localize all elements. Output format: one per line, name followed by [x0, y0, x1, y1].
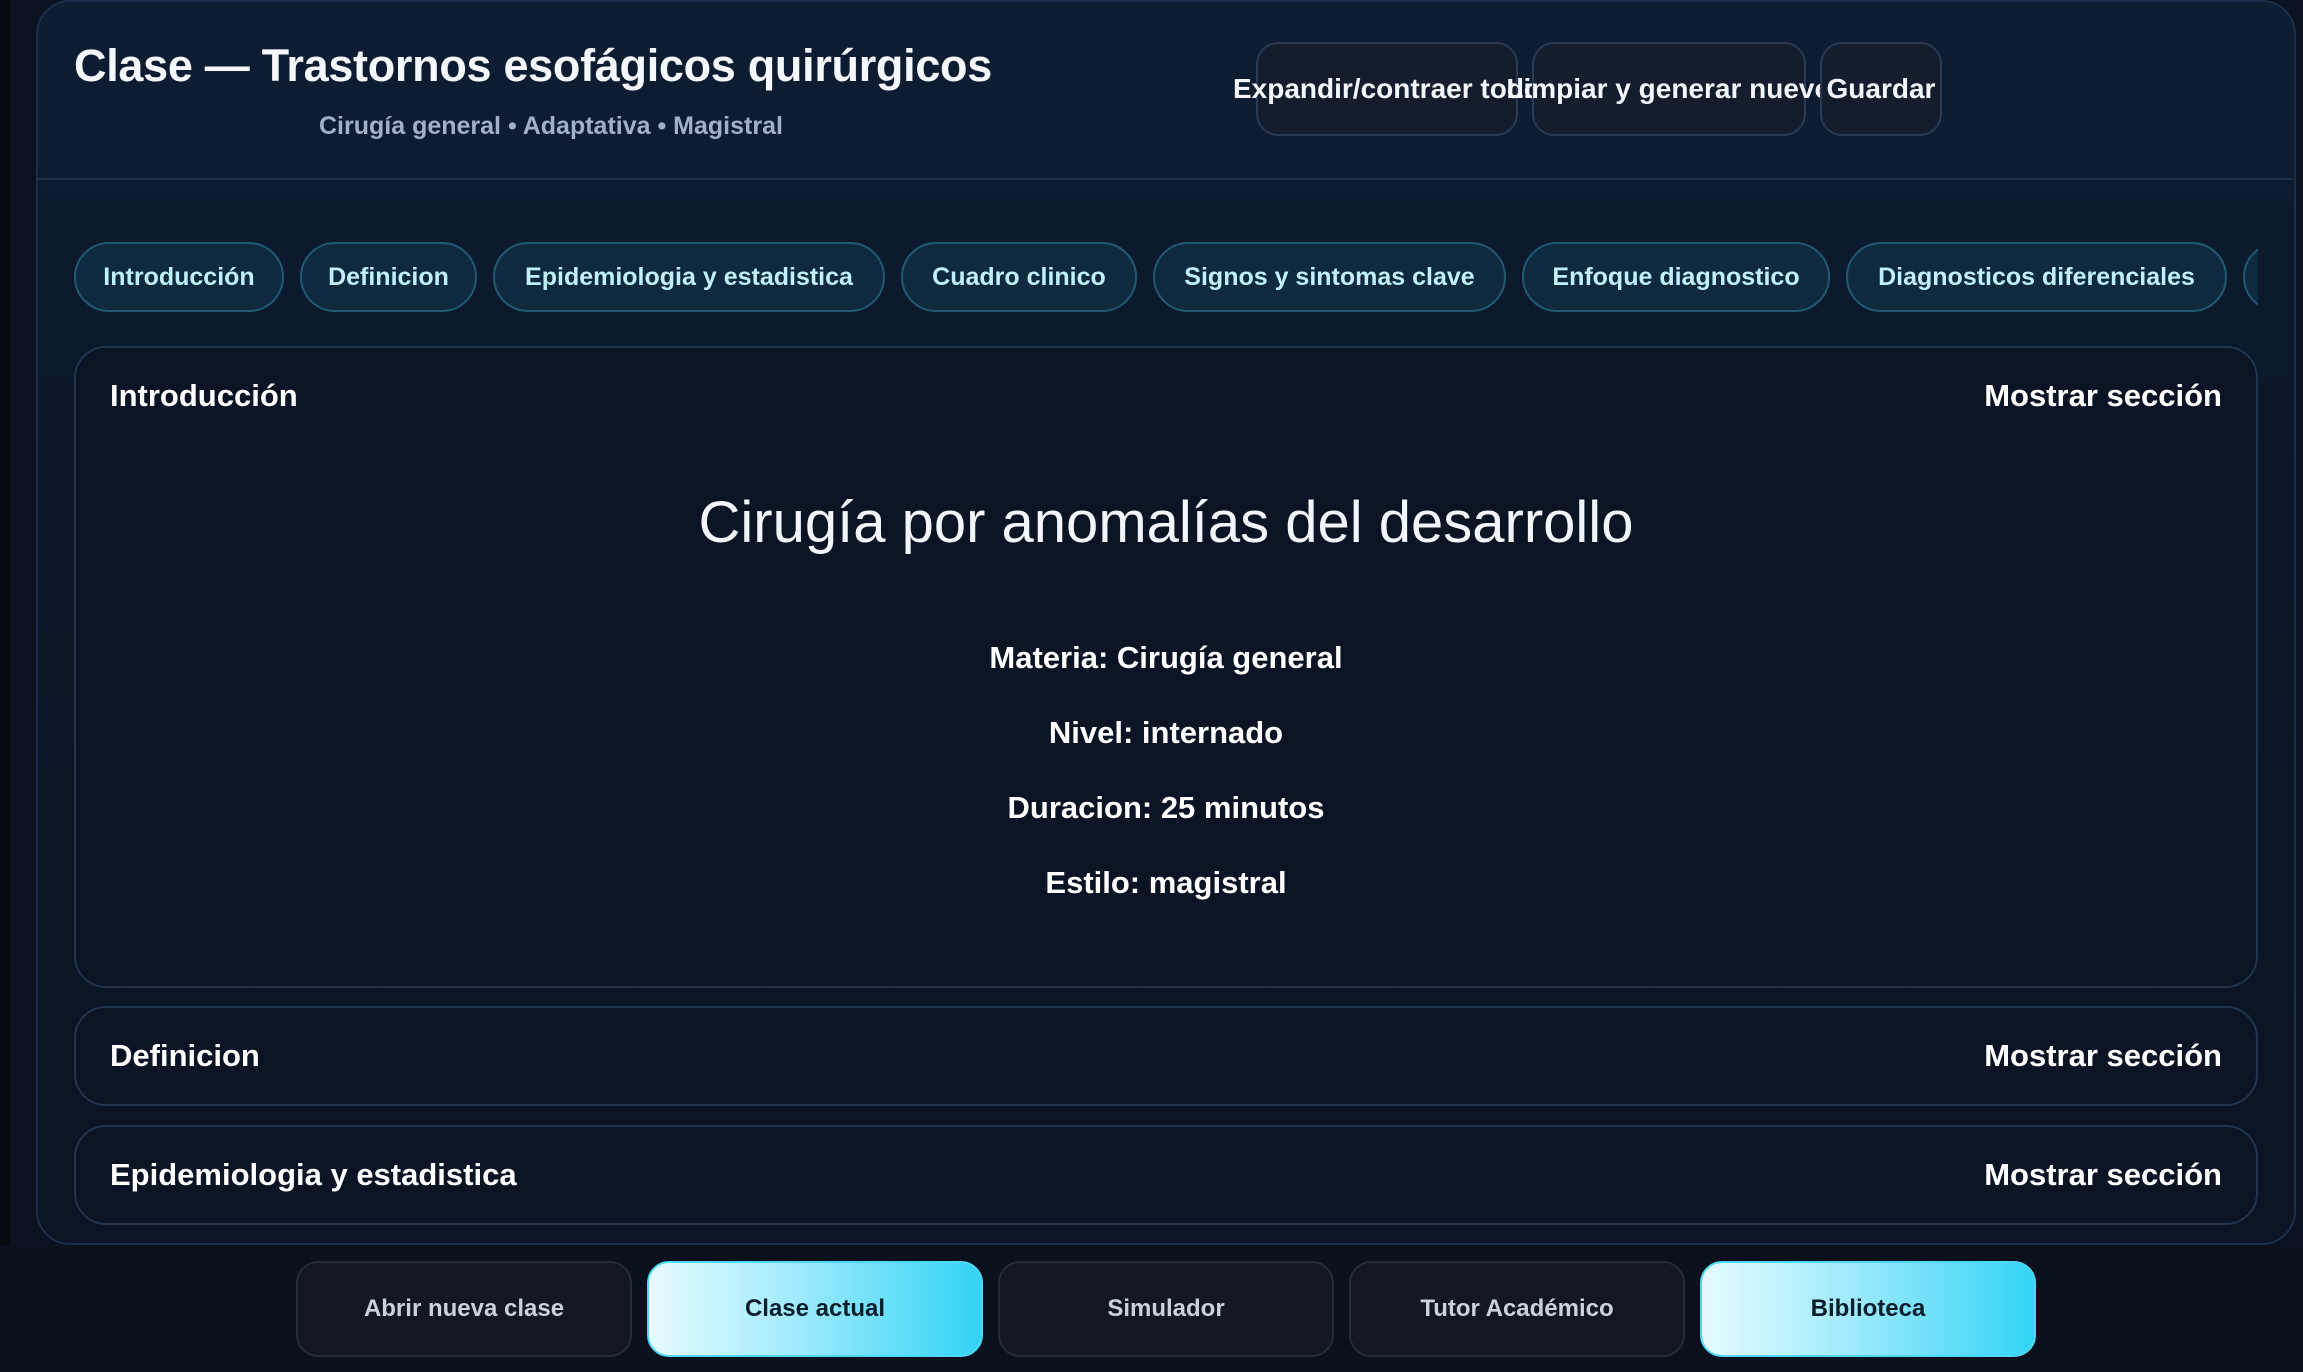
section-introduccion: Introducción Mostrar sección Cirugía por… [74, 346, 2258, 988]
open-new-class-button[interactable]: Abrir nueva clase [296, 1261, 632, 1357]
section-header[interactable]: Introducción Mostrar sección [110, 348, 2222, 444]
tab-signos-sintomas[interactable]: Signos y sintomas clave [1153, 242, 1506, 312]
meta-estilo: Estilo: magistral [1045, 865, 1287, 900]
bottom-navigation: Abrir nueva clase Clase actual Simulador… [0, 1245, 2303, 1372]
section-definicion: Definicion Mostrar sección [74, 1006, 2258, 1106]
page-subtitle: Cirugía general • Adaptativa • Magistral [319, 112, 783, 140]
tab-cuadro-clinico[interactable]: Cuadro clinico [901, 242, 1137, 312]
class-panel: Clase — Trastornos esofágicos quirúrgico… [36, 0, 2296, 1245]
expand-collapse-all-button[interactable]: Expandir/contraer todo [1233, 42, 1541, 136]
section-title: Definicion [110, 1038, 260, 1073]
header: Clase — Trastornos esofágicos quirúrgico… [38, 2, 2294, 180]
show-section-toggle[interactable]: Mostrar sección [1984, 378, 2222, 414]
library-button[interactable]: Biblioteca [1700, 1261, 2036, 1357]
simulator-button[interactable]: Simulador [998, 1261, 1334, 1357]
save-button[interactable]: Guardar [1820, 42, 1942, 136]
section-epidemiologia: Epidemiologia y estadistica Mostrar secc… [74, 1125, 2258, 1225]
tab-epidemiologia[interactable]: Epidemiologia y estadistica [493, 242, 885, 312]
show-section-toggle[interactable]: Mostrar sección [1984, 1038, 2222, 1074]
section-tabs: Introducción Definicion Epidemiologia y … [74, 242, 2258, 314]
window-edge [0, 0, 10, 1372]
section-title: Introducción [110, 378, 298, 413]
meta-nivel: Nivel: internado [1048, 715, 1284, 750]
section-header[interactable]: Definicion Mostrar sección [110, 1008, 2222, 1104]
meta-duracion: Duracion: 25 minutos [1007, 790, 1325, 825]
show-section-toggle[interactable]: Mostrar sección [1984, 1157, 2222, 1193]
intro-heading: Cirugía por anomalías del desarrollo [698, 490, 1634, 555]
current-class-button[interactable]: Clase actual [647, 1261, 983, 1357]
tab-definicion[interactable]: Definicion [300, 242, 477, 312]
tab-enfoque-diagnostico[interactable]: Enfoque diagnostico [1522, 242, 1830, 312]
tab-more-partial[interactable] [2243, 242, 2258, 312]
tab-diagnosticos-diferenciales[interactable]: Diagnosticos diferenciales [1846, 242, 2227, 312]
meta-materia: Materia: Cirugía general [989, 640, 1343, 675]
tab-introduccion[interactable]: Introducción [74, 242, 284, 312]
clear-and-generate-button[interactable]: Limpiar y generar nuevo [1506, 42, 1832, 136]
page-title: Clase — Trastornos esofágicos quirúrgico… [74, 40, 992, 91]
section-header[interactable]: Epidemiologia y estadistica Mostrar secc… [110, 1127, 2222, 1223]
academic-tutor-button[interactable]: Tutor Académico [1349, 1261, 1685, 1357]
intro-content: Cirugía por anomalías del desarrollo Mat… [76, 488, 2256, 903]
section-title: Epidemiologia y estadistica [110, 1157, 517, 1192]
